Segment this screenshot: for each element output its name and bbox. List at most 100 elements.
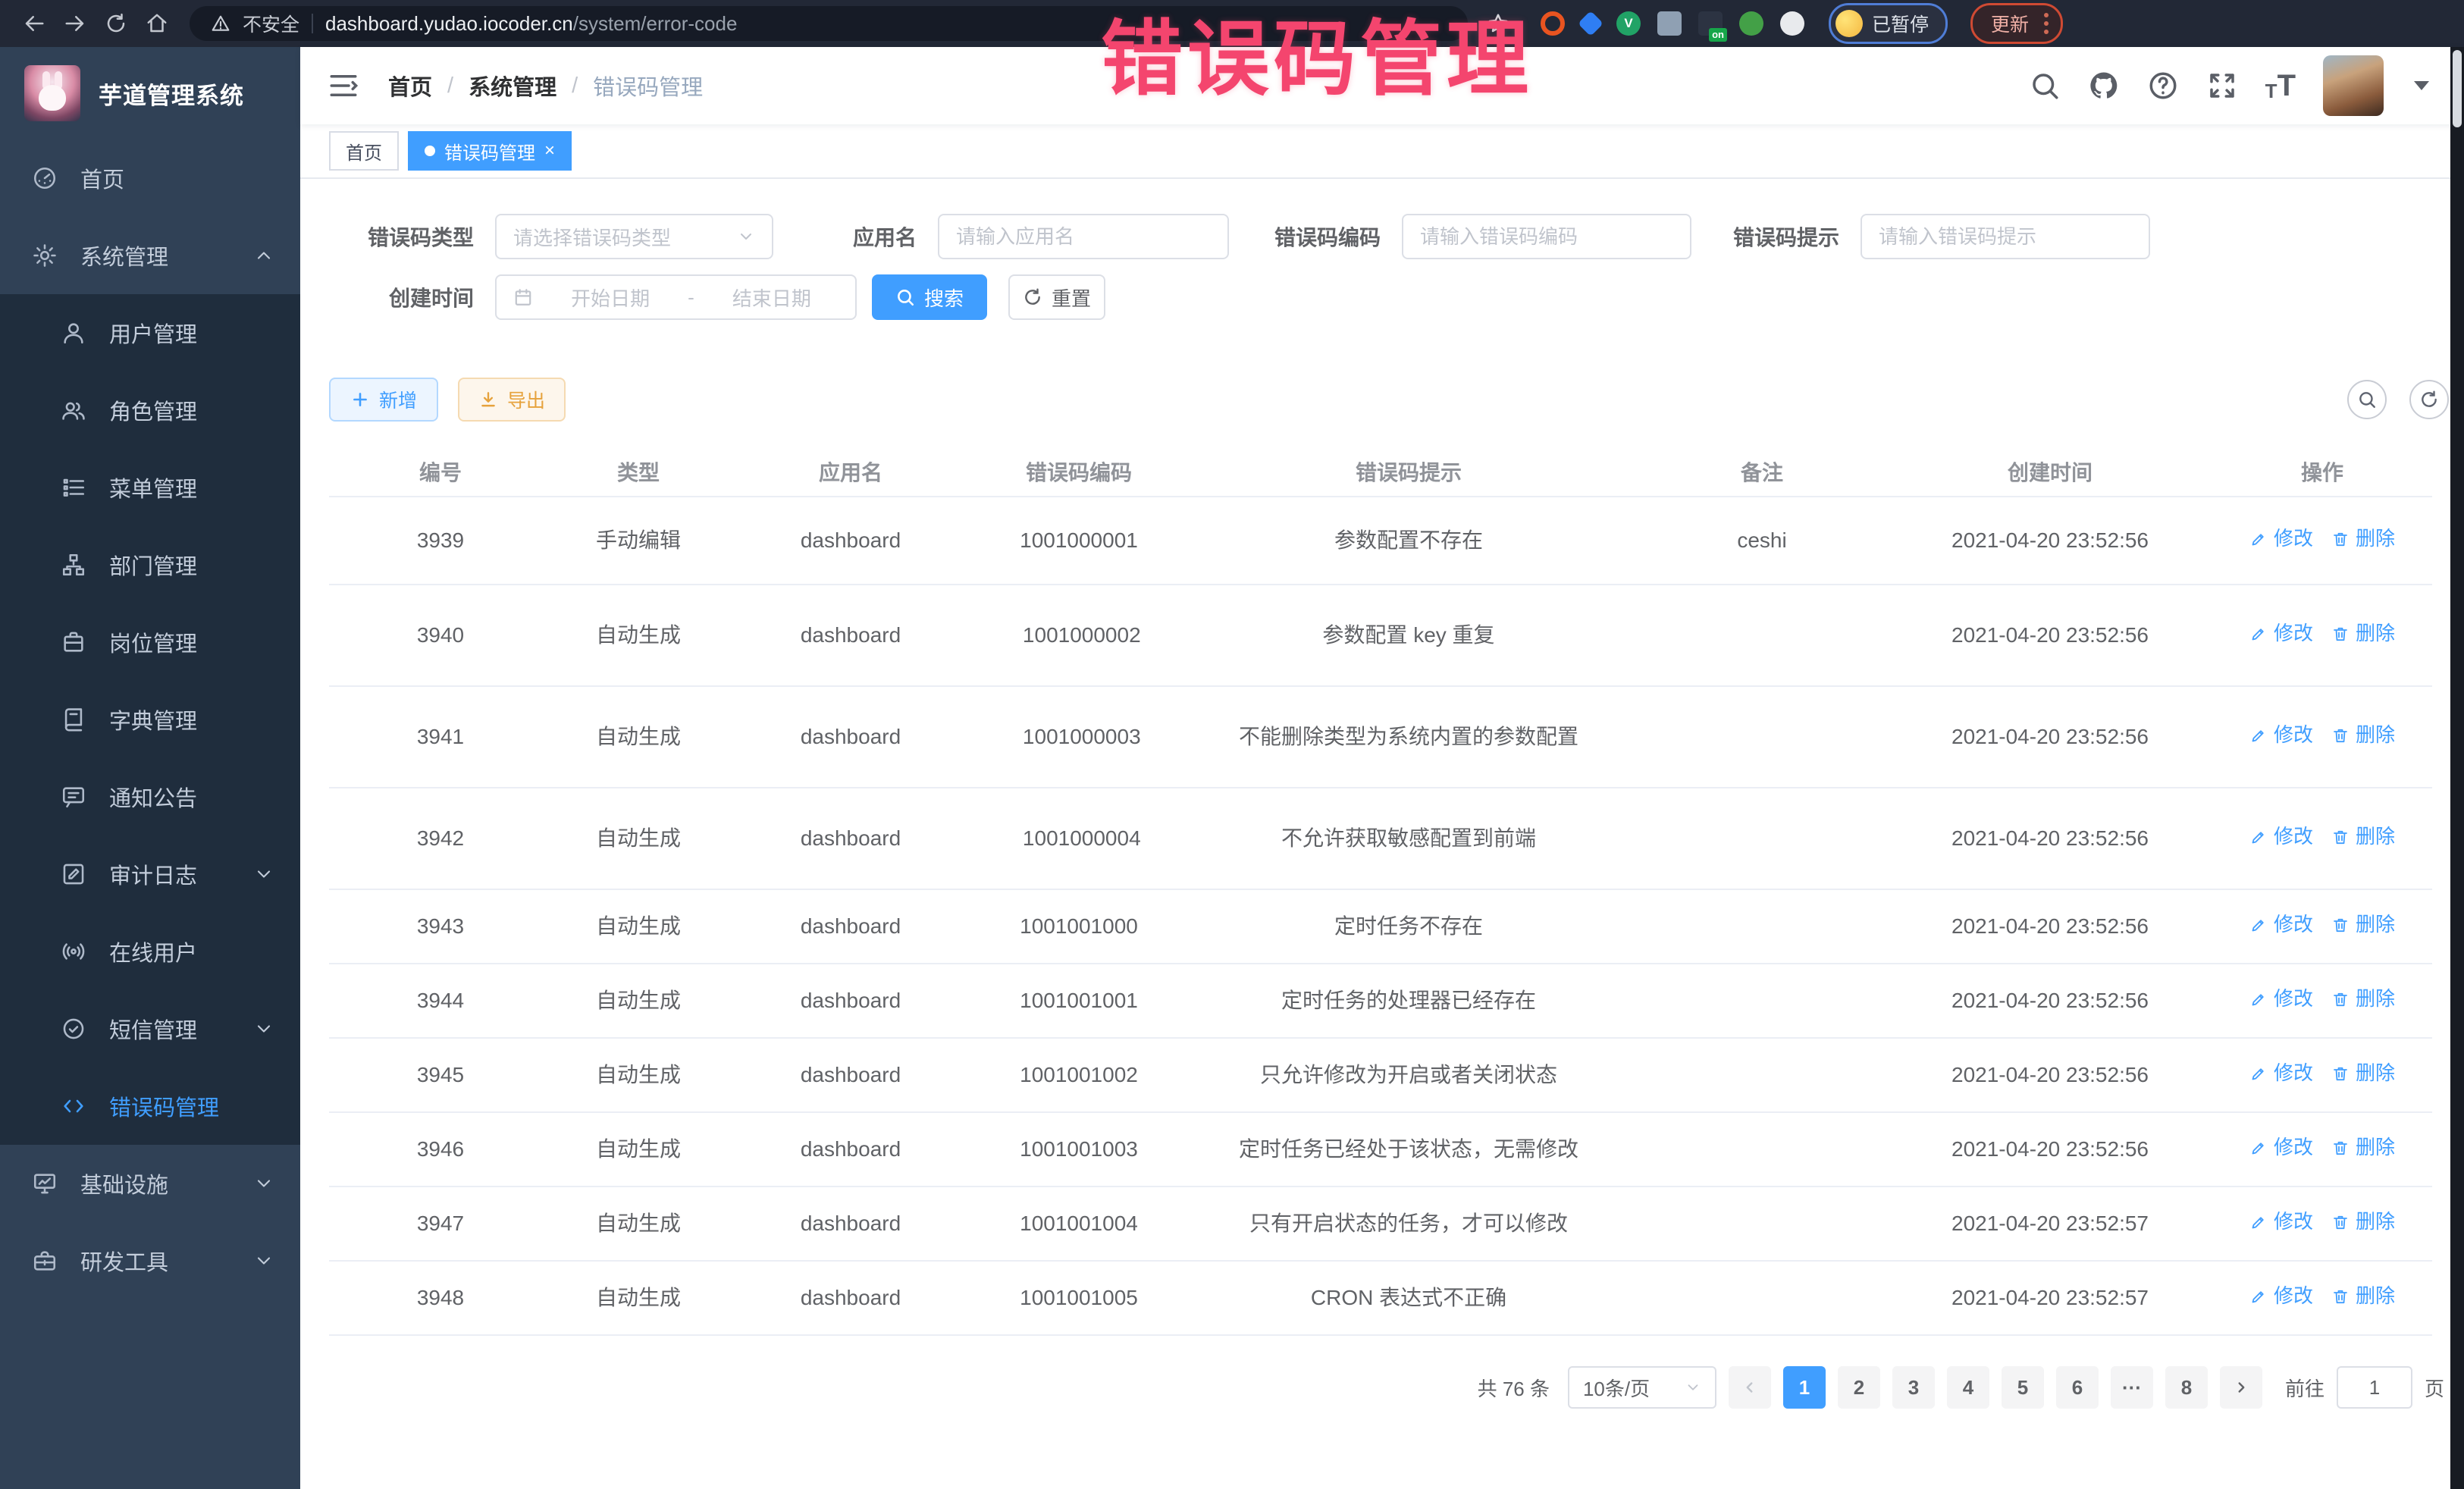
tag-error-code[interactable]: 错误码管理 × bbox=[408, 131, 572, 171]
hamburger-icon[interactable] bbox=[328, 70, 359, 102]
delete-link[interactable]: 删除 bbox=[2331, 1058, 2395, 1088]
bookmark-star-icon[interactable] bbox=[1481, 7, 1515, 40]
github-icon[interactable] bbox=[2088, 70, 2120, 102]
cell-tip: 不允许获取敏感配置到前端 bbox=[1181, 788, 1636, 889]
sidebar-item-notice[interactable]: 通知公告 bbox=[0, 758, 300, 835]
delete-link[interactable]: 删除 bbox=[2331, 720, 2395, 750]
sidebar-item-online[interactable]: 在线用户 bbox=[0, 913, 300, 990]
edit-link[interactable]: 修改 bbox=[2249, 720, 2313, 750]
ubuntu-extension-icon[interactable] bbox=[1541, 11, 1565, 36]
page-button-5[interactable]: 5 bbox=[2002, 1366, 2044, 1409]
more-pages-button[interactable]: ··· bbox=[2111, 1366, 2153, 1409]
delete-link[interactable]: 删除 bbox=[2331, 1281, 2395, 1311]
browser-back-icon[interactable] bbox=[17, 6, 52, 41]
browser-forward-icon[interactable] bbox=[58, 6, 92, 41]
table-row: 3948自动生成dashboard1001001005CRON 表达式不正确20… bbox=[329, 1261, 2432, 1335]
browser-profile-chip[interactable]: 已暂停 bbox=[1829, 3, 1948, 44]
edit-link[interactable]: 修改 bbox=[2249, 619, 2313, 648]
page-button-3[interactable]: 3 bbox=[1892, 1366, 1935, 1409]
page-size-select[interactable]: 10条/页 bbox=[1568, 1366, 1716, 1409]
sidebar-item-home[interactable]: 首页 bbox=[0, 139, 300, 217]
sidebar-item-dict[interactable]: 字典管理 bbox=[0, 681, 300, 758]
breadcrumb-system[interactable]: 系统管理 bbox=[469, 70, 556, 102]
table-row: 3939手动编辑dashboard1001000001参数配置不存在ceshi2… bbox=[329, 497, 2432, 585]
error-type-select[interactable]: 请选择错误码类型 bbox=[495, 214, 773, 259]
sidebar-item-role[interactable]: 角色管理 bbox=[0, 371, 300, 449]
scrollbar-thumb[interactable] bbox=[2453, 50, 2462, 127]
edit-link[interactable]: 修改 bbox=[2249, 910, 2313, 939]
search-button[interactable]: 搜索 bbox=[872, 274, 987, 320]
delete-link[interactable]: 删除 bbox=[2331, 1133, 2395, 1162]
page-button-8[interactable]: 8 bbox=[2165, 1366, 2208, 1409]
help-icon[interactable] bbox=[2147, 70, 2179, 102]
sidebar-item-infra[interactable]: 基础设施 bbox=[0, 1145, 300, 1222]
edit-link[interactable]: 修改 bbox=[2249, 1133, 2313, 1162]
page-button-2[interactable]: 2 bbox=[1838, 1366, 1880, 1409]
delete-link[interactable]: 删除 bbox=[2331, 910, 2395, 939]
sidebar-item-audit[interactable]: 审计日志 bbox=[0, 835, 300, 913]
add-button[interactable]: 新增 bbox=[329, 378, 438, 422]
breadcrumb-home[interactable]: 首页 bbox=[388, 70, 432, 102]
edit-link[interactable]: 修改 bbox=[2249, 1207, 2313, 1237]
avatar-caret-down-icon[interactable] bbox=[2414, 81, 2429, 90]
column-header: 备注 bbox=[1636, 447, 1888, 497]
next-page-button[interactable] bbox=[2220, 1366, 2262, 1409]
search-icon[interactable] bbox=[2029, 70, 2061, 102]
edit-link[interactable]: 修改 bbox=[2249, 1281, 2313, 1311]
puzzle-extension-icon[interactable] bbox=[1780, 11, 1804, 36]
sidebar-item-sms[interactable]: 短信管理 bbox=[0, 990, 300, 1067]
delete-link[interactable]: 删除 bbox=[2331, 822, 2395, 851]
page-button-6[interactable]: 6 bbox=[2056, 1366, 2099, 1409]
browser-home-icon[interactable] bbox=[140, 6, 174, 41]
cell-type: 自动生成 bbox=[552, 788, 725, 889]
reset-button[interactable]: 重置 bbox=[1008, 274, 1105, 320]
delete-link[interactable]: 删除 bbox=[2331, 524, 2395, 553]
sidebar-item-system[interactable]: 系统管理 bbox=[0, 217, 300, 294]
tag-close-icon[interactable]: × bbox=[544, 142, 555, 160]
address-bar[interactable]: 不安全 dashboard.yudao.iocoder.cn/system/er… bbox=[190, 6, 1468, 41]
sidebar-item-error-code[interactable]: 错误码管理 bbox=[0, 1067, 300, 1145]
browser-update-button[interactable]: 更新 bbox=[1970, 3, 2063, 44]
error-tip-input[interactable] bbox=[1861, 214, 2150, 259]
sidebar-item-dept[interactable]: 部门管理 bbox=[0, 526, 300, 603]
edit-link[interactable]: 修改 bbox=[2249, 822, 2313, 851]
edit-link[interactable]: 修改 bbox=[2249, 524, 2313, 553]
delete-link[interactable]: 删除 bbox=[2331, 984, 2395, 1014]
export-button[interactable]: 导出 bbox=[458, 378, 566, 422]
prev-page-button[interactable] bbox=[1729, 1366, 1771, 1409]
security-label[interactable]: 不安全 bbox=[243, 10, 299, 37]
goto-page-input[interactable] bbox=[2337, 1366, 2412, 1409]
error-code-input[interactable] bbox=[1402, 214, 1691, 259]
app-name-input[interactable] bbox=[938, 214, 1229, 259]
refresh-table-button[interactable] bbox=[2409, 380, 2449, 419]
edit-link[interactable]: 修改 bbox=[2249, 1058, 2313, 1088]
calendar-icon bbox=[513, 287, 533, 307]
sidebar-item-user[interactable]: 用户管理 bbox=[0, 294, 300, 371]
create-time-range-picker[interactable]: 开始日期 - 结束日期 bbox=[495, 274, 857, 320]
font-size-icon[interactable]: TT bbox=[2265, 71, 2296, 101]
user-avatar[interactable] bbox=[2323, 55, 2384, 116]
edit-link[interactable]: 修改 bbox=[2249, 984, 2313, 1014]
grid-extension-icon[interactable] bbox=[1657, 11, 1682, 36]
page-scrollbar[interactable] bbox=[2450, 47, 2464, 1489]
key-extension-icon[interactable] bbox=[1739, 11, 1763, 36]
delete-link[interactable]: 删除 bbox=[2331, 619, 2395, 648]
fullscreen-icon[interactable] bbox=[2206, 70, 2238, 102]
browser-reload-icon[interactable] bbox=[99, 6, 133, 41]
tag-home[interactable]: 首页 bbox=[329, 131, 399, 171]
show-search-toggle-button[interactable] bbox=[2347, 380, 2387, 419]
panel-extension-icon[interactable]: on bbox=[1698, 11, 1723, 36]
browser-menu-icon[interactable] bbox=[2044, 13, 2049, 34]
gem-extension-icon[interactable] bbox=[1578, 11, 1603, 36]
delete-link[interactable]: 删除 bbox=[2331, 1207, 2395, 1237]
sidebar-item-post[interactable]: 岗位管理 bbox=[0, 603, 300, 681]
cell-id: 3944 bbox=[329, 964, 552, 1038]
page-button-4[interactable]: 4 bbox=[1947, 1366, 1989, 1409]
sidebar-item-devtools[interactable]: 研发工具 bbox=[0, 1222, 300, 1299]
sidebar-item-menu[interactable]: 菜单管理 bbox=[0, 449, 300, 526]
page-button-1[interactable]: 1 bbox=[1783, 1366, 1826, 1409]
url-text[interactable]: dashboard.yudao.iocoder.cn/system/error-… bbox=[325, 12, 737, 36]
edit-icon bbox=[2249, 726, 2268, 744]
v-extension-icon[interactable]: V bbox=[1616, 11, 1641, 36]
sidebar-logo-row[interactable]: 芋道管理系统 bbox=[0, 47, 300, 139]
